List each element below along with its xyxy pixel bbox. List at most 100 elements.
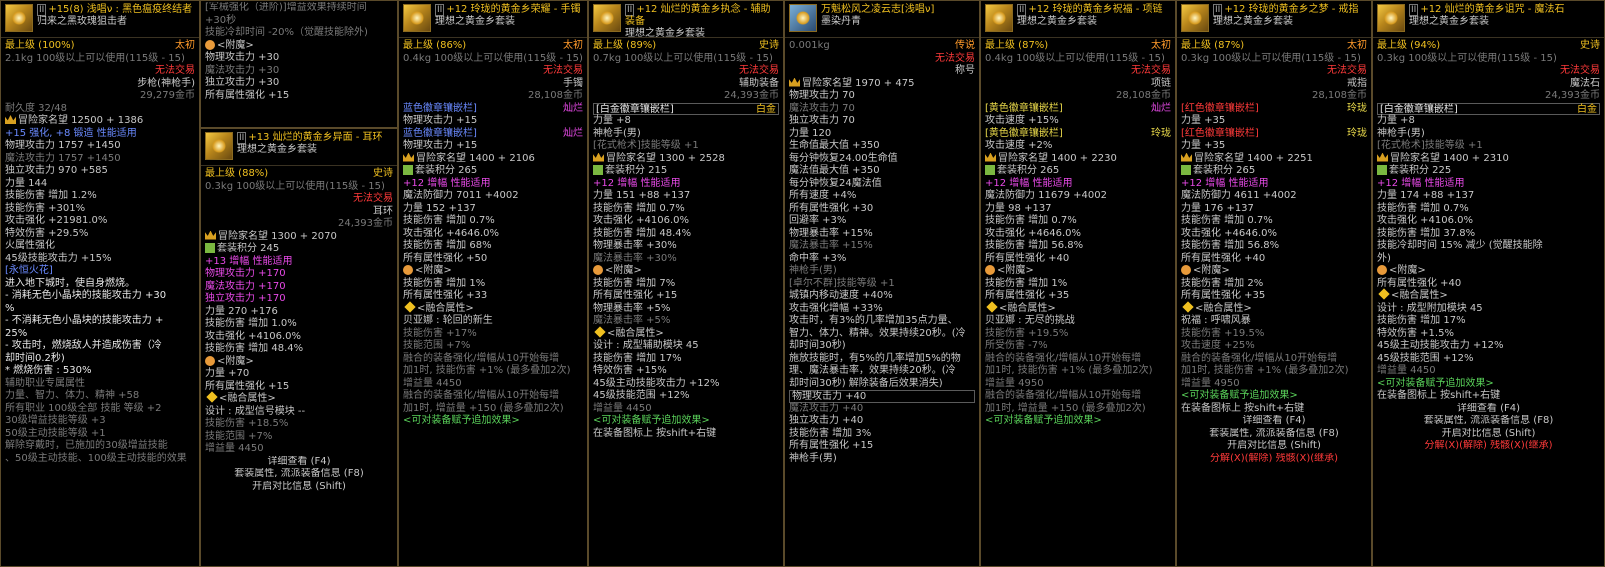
enchant-icon: [205, 355, 215, 366]
tooltip-line: <融合属性>: [403, 300, 583, 316]
tooltip-line: 神枪手(男): [789, 265, 975, 278]
line-label: 外): [1377, 252, 1391, 264]
tooltip-line: 技能伤害 +19.5%: [1181, 328, 1367, 341]
tooltip-line: 力量 152 +137: [403, 203, 583, 216]
line-value: 太初: [1151, 40, 1171, 51]
earring-tooltip: II +13 灿烂的黄金乡异面 - 耳环 理想之黄金乡套装最上级 (88%) 史诗 0.…: [200, 128, 398, 567]
line-label: 祝福 : 呼啸风暴: [1181, 315, 1251, 326]
tooltip-line: 所受伤害 -7%: [985, 340, 1171, 353]
tooltip-line: 技能伤害 增加 48.4%: [593, 228, 779, 241]
line-label: [红色徽章镶嵌栏]: [1181, 127, 1259, 139]
tooltip-line: [白金徽章镶嵌栏] 白金: [1377, 102, 1600, 115]
line-value: 无法交易: [353, 193, 393, 204]
line-label: 融合的装备强化/增幅从10开始每增: [403, 352, 560, 364]
tooltip-line: +13 增幅 性能适用: [205, 256, 393, 269]
tooltip-line: 物理暴击率 +15%: [789, 228, 975, 241]
tooltip-line: 技能伤害 增加 0.7%: [403, 215, 583, 228]
tooltip-line: 套装积分 245: [205, 243, 393, 256]
tooltip-line: 蓝色徽章镶嵌栏] 灿烂: [403, 103, 583, 116]
fusion-icon: [206, 391, 218, 403]
item-title-block: II +12 灿烂的黄金乡诅咒 - 魔法石 理想之黄金乡套装: [1409, 4, 1600, 28]
tooltip-line: <融合属性>: [985, 300, 1171, 316]
tooltip-line: 45级技能范围 +12%: [593, 390, 779, 403]
line-label: [花式枪术]技能等级 +1: [593, 140, 699, 151]
line-label: 技能伤害 增加 56.8%: [1181, 240, 1280, 251]
tooltip-line: 神枪手(男): [1377, 128, 1600, 141]
line-label: <附魔>: [997, 265, 1034, 276]
line-label: 详细查看 (F4): [267, 455, 331, 467]
line-label: 技能冷却时间 15% 减少 (觉醒技能除: [1377, 240, 1543, 251]
line-label: 增益量 4450: [1377, 365, 1436, 376]
tooltip-line: 开启对比信息 (Shift): [205, 481, 393, 494]
line-label: 攻击强化 +4106.0%: [593, 215, 690, 226]
tooltip-line: 0.3kg 100级以上可以使用(115级 - 15): [205, 181, 393, 194]
tooltip-line: <可对装备赋予追加效果>: [985, 415, 1171, 428]
set-icon: [985, 165, 995, 175]
line-label: 力量 176 +137: [1181, 202, 1254, 214]
crown-icon: [789, 77, 800, 87]
tooltip-line: 物理暴击率 +5%: [593, 303, 779, 316]
tooltip-line: 融合的装备强化/增幅从10开始每增: [985, 390, 1171, 403]
tooltip-line: 魔法攻击力 +170: [205, 281, 393, 294]
tooltip-line: 分解(X)(解除) 残骸(X)(继承): [1377, 440, 1600, 453]
tooltip-line: 无法交易: [593, 65, 779, 78]
line-label: 套装属性, 流派装备信息 (F8): [1209, 427, 1339, 439]
line-value: 史诗: [759, 40, 779, 51]
tooltip-line: 力量 174 +88 +137: [1377, 190, 1600, 203]
line-label: 套装积分 225: [1389, 165, 1452, 176]
tooltip-line: 特效伤害 +1.5%: [1377, 328, 1600, 341]
tooltip-line: 所有速度 +4%: [789, 190, 975, 203]
line-label: 开启对比信息 (Shift): [1441, 427, 1536, 439]
tooltip-line: 在装备图标上 按shift+右键: [1377, 390, 1600, 403]
tooltip-line: 冒险家名望 1400 + 2251: [1181, 152, 1367, 166]
line-label: 设计 : 成型辅助模块 45: [593, 340, 699, 351]
tooltip-line: 最上级 (88%) 史诗: [205, 168, 393, 181]
tooltip-header: II +13 灿烂的黄金乡异面 - 耳环 理想之黄金乡套装: [201, 130, 397, 166]
tooltip-line: 最上级 (86%) 太初: [403, 40, 583, 53]
tooltip-line: 技能伤害 增加 0.7%: [985, 215, 1171, 228]
line-label: [黄色徽章镶嵌栏]: [985, 127, 1063, 139]
line-label: 攻击速度 +2%: [985, 140, 1053, 151]
line-label: <附魔>: [1193, 265, 1230, 276]
line-label: 技能伤害 +19.5%: [1181, 327, 1265, 339]
line-label: 物理攻击力 +170: [205, 268, 286, 279]
tooltip-line: - 消耗无色小晶块的技能攻击力 +30: [5, 290, 195, 303]
item-name: II +12 灿烂的黄金乡诅咒 - 魔法石: [1409, 4, 1600, 16]
line-label: 增益量 4950: [985, 377, 1044, 389]
line-label: 冒险家名望 1400 + 2251: [1194, 152, 1313, 164]
tooltip-line: 详细查看 (F4): [205, 456, 393, 469]
tooltip-line: 力量 +8: [593, 115, 779, 128]
tooltip-header: 万魁松风之凌云志[浅唱ν] 墨染丹青: [785, 2, 979, 38]
line-value: 28,108金币: [528, 90, 583, 101]
line-value: 玲珑: [1347, 127, 1367, 139]
item-set-name: 理想之黄金乡套装: [237, 144, 317, 155]
line-label: +30秒: [205, 14, 237, 26]
tooltip-line: +12 增幅 性能适用: [1377, 178, 1600, 191]
line-label: 却时间30秒) 解除装备后效果消失): [789, 377, 943, 389]
tooltip-line: 融合的装备强化/增幅从10开始每增: [403, 353, 583, 366]
line-label: 魔法攻击力 1757 +1450: [5, 152, 121, 164]
tooltip-line: 技能伤害 增加 37.8%: [1377, 228, 1600, 241]
line-label: +15 强化, +8 锻造 性能适用: [5, 127, 137, 139]
enchant-icon: [403, 265, 413, 275]
line-label: 所受伤害 -7%: [985, 340, 1048, 351]
tooltip-line: 0.7kg 100级以上可以使用(115级 - 15): [593, 53, 779, 66]
line-label: 却时间0.2秒): [5, 352, 65, 364]
line-label: - 消耗无色小晶块的技能攻击力 +30: [5, 290, 167, 301]
tooltip-line: [永恒火花]: [5, 265, 195, 278]
tooltip-line: 攻击强化 +4646.0%: [403, 228, 583, 241]
line-label: - 不消耗无色小晶块的技能攻击力 +: [5, 315, 164, 326]
tooltip-line: 加1时, 技能伤害 +1% (最多叠加2次): [1181, 365, 1367, 378]
item-icon: [5, 4, 33, 32]
item-name-text: +12 灿烂的黄金乡执念 - 辅助装备: [625, 4, 771, 27]
line-label: 45级技能范围 +12%: [593, 390, 690, 401]
line-label: <融合属性>: [607, 327, 664, 339]
line-label: 力量 174 +88 +137: [1377, 190, 1475, 201]
line-label: 理、魔法暴击率，效果持续20秒。(冷: [789, 365, 956, 376]
line-label: 所有属性强化 +15: [205, 380, 290, 392]
tooltip-line: 设计 : 成型辅助模块 45: [593, 340, 779, 353]
line-label: 冒险家名望 12500 + 1386: [18, 115, 144, 126]
tooltip-line: 魔法防御力 7011 +4002: [403, 190, 583, 203]
tooltip-line: 增益量 4450: [205, 443, 393, 456]
line-label: +12 增幅 性能适用: [985, 177, 1073, 189]
